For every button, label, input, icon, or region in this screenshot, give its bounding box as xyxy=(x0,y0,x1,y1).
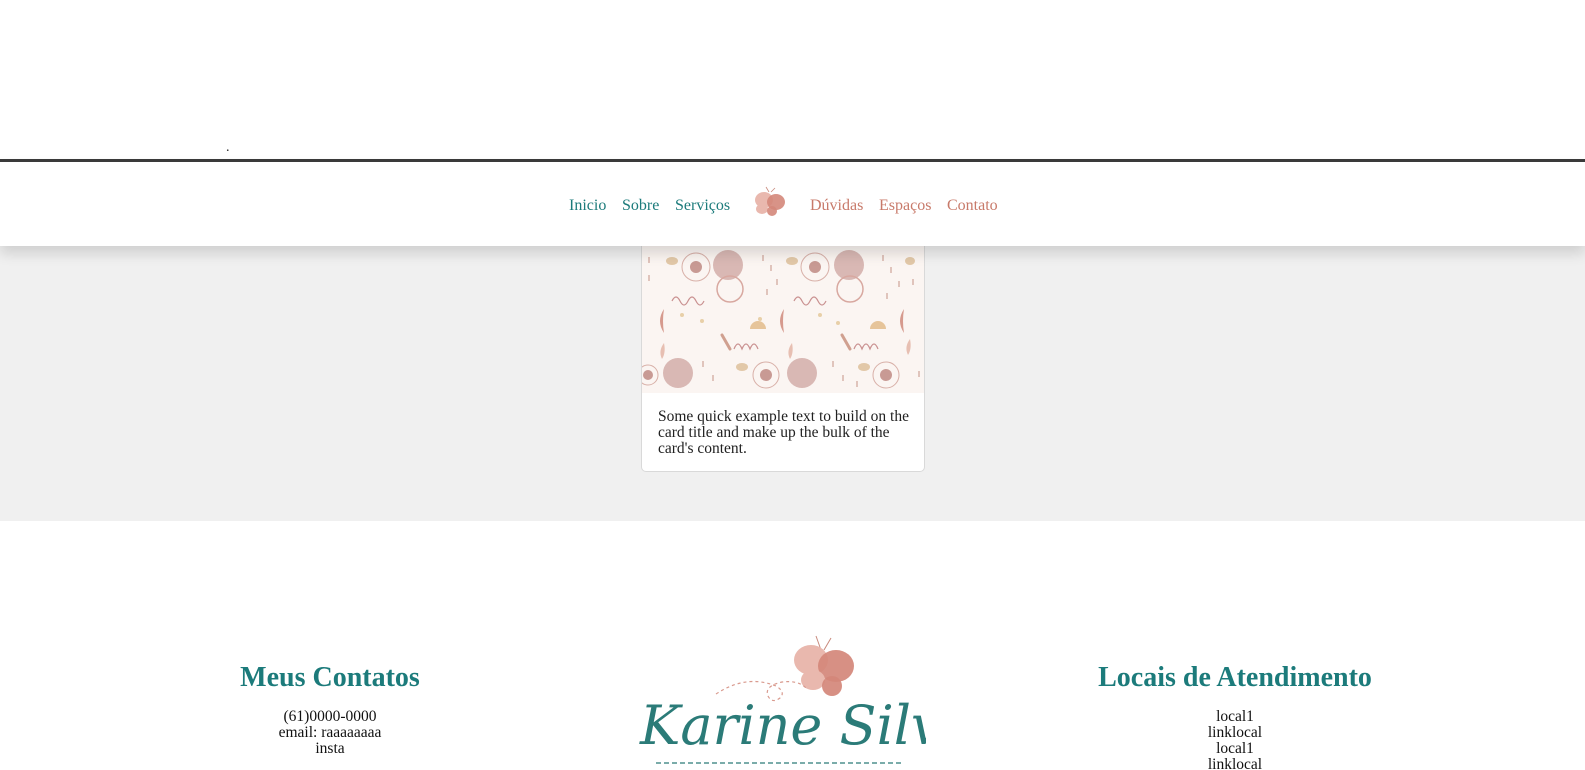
nav-item-servicos[interactable]: Serviços xyxy=(675,197,730,215)
contacts-title: Meus Contatos xyxy=(240,662,420,693)
service-card: Some quick example text to build on the … xyxy=(641,230,925,472)
nav-item-sobre[interactable]: Sobre xyxy=(622,197,659,215)
card-text: Some quick example text to build on the … xyxy=(658,408,909,457)
pastel-pattern-image xyxy=(642,231,924,393)
contact-phone: (61)0000-0000 xyxy=(283,708,377,725)
card-image xyxy=(642,231,924,393)
location-item: local1 xyxy=(1216,740,1254,757)
logo-wordmark: Karine Silva xyxy=(639,694,926,757)
locations-title: Locais de Atendimento xyxy=(1098,662,1372,693)
nav-item-espacos[interactable]: Espaços xyxy=(879,197,931,215)
nav-item-duvidas[interactable]: Dúvidas xyxy=(810,197,863,215)
stray-mark: . xyxy=(226,140,230,155)
nav-item-contato[interactable]: Contato xyxy=(947,197,998,215)
locations-list: local1 linklocal local1 linklocal xyxy=(1185,709,1285,770)
location-link[interactable]: linklocal xyxy=(1185,725,1285,741)
contact-email: email: raaaaaaaa xyxy=(278,724,382,741)
main-navbar: Inicio Sobre Serviços Dúvidas Espaços Co… xyxy=(0,159,1585,246)
contacts-list: (61)0000-0000 email: raaaaaaaa insta xyxy=(230,709,430,757)
karine-silva-logo: Karine Silva xyxy=(639,635,926,764)
contact-instagram[interactable]: insta xyxy=(230,741,430,757)
page: . Some quick example text to build on th… xyxy=(0,0,1585,770)
location-link[interactable]: linklocal xyxy=(1185,757,1285,770)
top-blank-area: . xyxy=(0,0,1585,160)
butterfly-icon[interactable] xyxy=(752,186,788,220)
location-item: local1 xyxy=(1216,708,1254,725)
nav-item-inicio[interactable]: Inicio xyxy=(569,197,606,215)
